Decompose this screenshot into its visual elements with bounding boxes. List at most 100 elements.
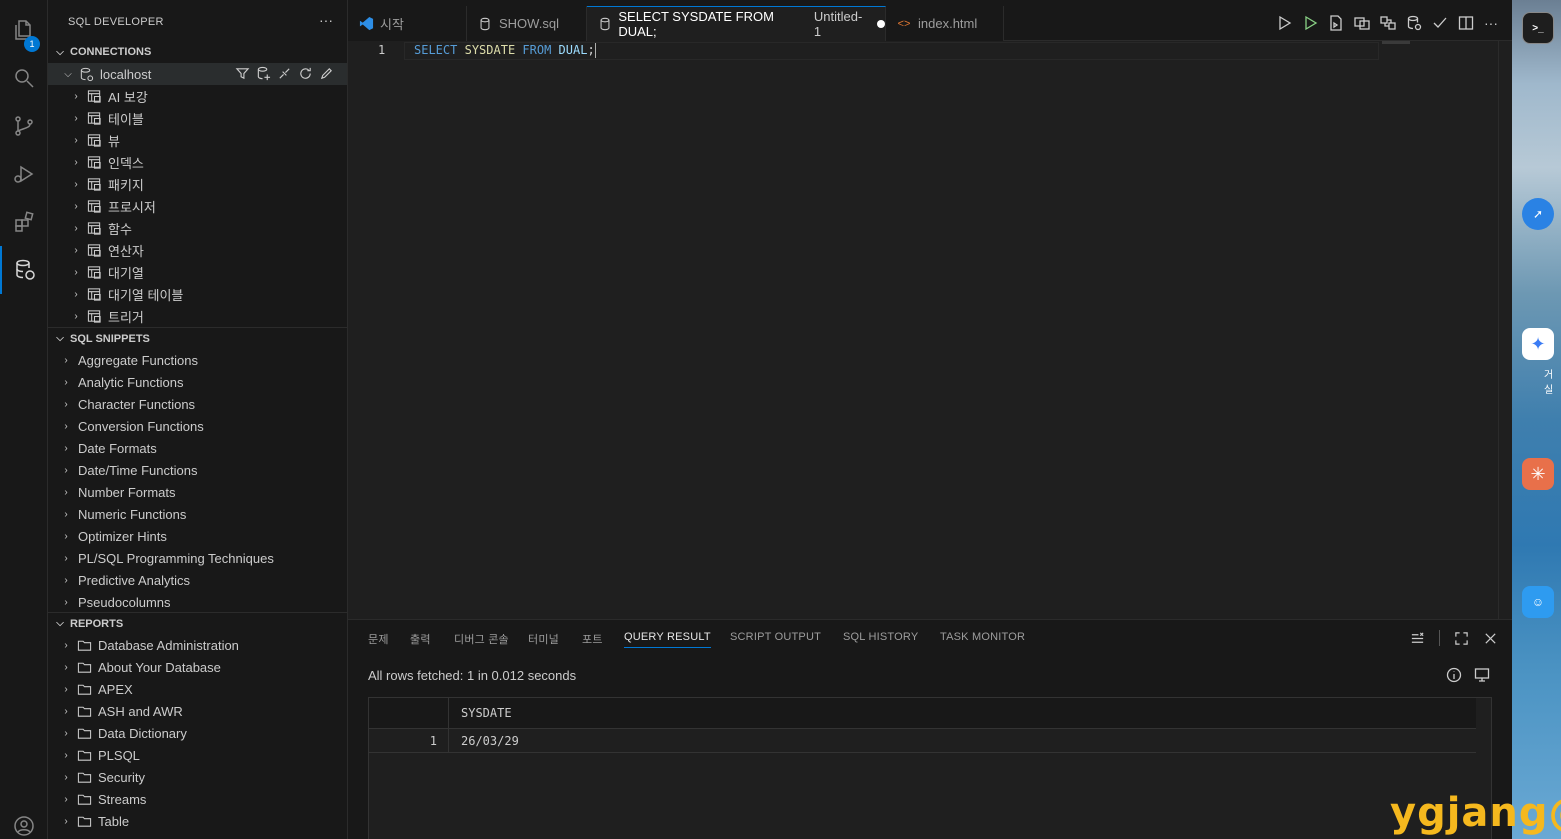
table-row[interactable]: 1 26/03/29	[369, 729, 1476, 753]
report-item[interactable]: › Table	[48, 810, 347, 832]
panel-tab[interactable]: 출력	[410, 631, 431, 647]
code-editor[interactable]: 1 SELECT SYSDATE FROM DUAL;	[348, 41, 1512, 619]
report-item[interactable]: › ASH and AWR	[48, 700, 347, 722]
connection-tree-item[interactable]: › 함수	[48, 217, 347, 239]
search-button[interactable]	[0, 54, 48, 102]
folder-icon	[76, 637, 92, 653]
panel-tab[interactable]: 터미널	[528, 631, 559, 647]
safari-icon[interactable]: ➚	[1522, 198, 1554, 230]
snippet-item[interactable]: › Pseudocolumns	[48, 591, 347, 613]
sql-developer-button[interactable]	[0, 246, 48, 294]
snippet-item[interactable]: › Date Formats	[48, 437, 347, 459]
report-item[interactable]: › About Your Database	[48, 656, 347, 678]
connection-tree-item[interactable]: › 인덱스	[48, 151, 347, 173]
finder-icon[interactable]: ☺	[1522, 586, 1554, 618]
editor-scrollbar[interactable]	[1498, 41, 1512, 619]
export-icon[interactable]	[1474, 667, 1490, 683]
table-dual: DUAL	[558, 43, 588, 57]
gemini-icon[interactable]: ✦	[1522, 328, 1554, 360]
line-number: 1	[378, 43, 386, 57]
explain-plan-icon[interactable]	[1328, 15, 1344, 31]
tab-index-html[interactable]: <> index.html	[886, 6, 1004, 41]
run-script-icon[interactable]	[1302, 15, 1318, 31]
edit-icon[interactable]	[319, 66, 334, 81]
connection-tree-item[interactable]: › 트리거	[48, 305, 347, 327]
panel-tab[interactable]: 포트	[582, 631, 603, 647]
connection-tree-item[interactable]: › 뷰	[48, 129, 347, 151]
unsaved-dot-icon[interactable]	[877, 20, 885, 28]
sidebar-more-button[interactable]: ···	[319, 12, 333, 28]
run-icon[interactable]	[1276, 15, 1292, 31]
minimap[interactable]	[1382, 41, 1410, 44]
close-panel-icon[interactable]	[1483, 631, 1498, 646]
panel-tab[interactable]: QUERY RESULT	[624, 631, 711, 648]
tab-untitled-1[interactable]: SELECT SYSDATE FROM DUAL; Untitled-1	[587, 6, 886, 41]
connection-tree-item[interactable]: › 대기열	[48, 261, 347, 283]
snippet-item[interactable]: › Analytic Functions	[48, 371, 347, 393]
tab-show-sql[interactable]: SHOW.sql	[467, 6, 587, 41]
connection-tree-item[interactable]: › AI 보강	[48, 85, 347, 107]
clear-results-icon[interactable]	[1410, 631, 1425, 646]
connection-tree-item[interactable]: › 테이블	[48, 107, 347, 129]
result-grid[interactable]: SYSDATE 1 26/03/29	[368, 697, 1492, 839]
snippet-label: Date Formats	[78, 440, 157, 456]
panel-tab[interactable]: 문제	[368, 631, 389, 647]
column-header-sysdate[interactable]: SYSDATE	[461, 706, 512, 720]
accounts-button[interactable]	[0, 802, 48, 839]
object-type-icon	[86, 198, 102, 214]
panel-tab[interactable]: 디버그 콘솔	[454, 631, 509, 647]
tree-item-label: 대기열 테이블	[108, 287, 184, 303]
report-item[interactable]: › PLSQL	[48, 744, 347, 766]
filter-icon[interactable]	[235, 66, 250, 81]
chevron-right-icon: ›	[64, 771, 68, 783]
commit-check-icon[interactable]	[1432, 15, 1448, 31]
refresh-icon[interactable]	[298, 66, 313, 81]
report-item[interactable]: › Database Administration	[48, 634, 347, 656]
connection-tree-item[interactable]: › 연산자	[48, 239, 347, 261]
db-settings-icon[interactable]	[1406, 15, 1422, 31]
more-actions-button[interactable]: ···	[1484, 15, 1498, 31]
report-item[interactable]: › Streams	[48, 788, 347, 810]
tab-start[interactable]: 시작	[348, 6, 467, 41]
connection-tree-item[interactable]: › 패키지	[48, 173, 347, 195]
claude-icon[interactable]: ✳	[1522, 458, 1554, 490]
source-control-button[interactable]	[0, 102, 48, 150]
snippet-item[interactable]: › Predictive Analytics	[48, 569, 347, 591]
connection-tree-item[interactable]: › 대기열 테이블	[48, 283, 347, 305]
snippet-item[interactable]: › Number Formats	[48, 481, 347, 503]
maximize-panel-icon[interactable]	[1454, 631, 1469, 646]
snippet-item[interactable]: › Numeric Functions	[48, 503, 347, 525]
code-line[interactable]: SELECT SYSDATE FROM DUAL;	[414, 43, 596, 58]
snippet-item[interactable]: › Optimizer Hints	[48, 525, 347, 547]
snippet-item[interactable]: › PL/SQL Programming Techniques	[48, 547, 347, 569]
report-item[interactable]: › Security	[48, 766, 347, 788]
reports-header[interactable]: ⌵ REPORTS	[48, 612, 347, 634]
object-type-icon	[86, 220, 102, 236]
panel-tab[interactable]: SCRIPT OUTPUT	[730, 631, 821, 643]
terminal-icon[interactable]: >_	[1522, 12, 1554, 44]
cell-value[interactable]: 26/03/29	[461, 734, 519, 748]
info-icon[interactable]	[1446, 667, 1462, 683]
disconnect-icon[interactable]	[277, 66, 292, 81]
panel-tab[interactable]: TASK MONITOR	[940, 631, 1025, 643]
split-editor-icon[interactable]	[1458, 15, 1474, 31]
run-debug-button[interactable]	[0, 150, 48, 198]
connection-localhost[interactable]: ⌵ localhost	[48, 63, 347, 85]
report-item[interactable]: › APEX	[48, 678, 347, 700]
connections-header[interactable]: ⌵ CONNECTIONS	[48, 41, 347, 63]
snippets-header[interactable]: ⌵ SQL SNIPPETS	[48, 327, 347, 349]
report-item[interactable]: › Data Dictionary	[48, 722, 347, 744]
panel-tab[interactable]: SQL HISTORY	[843, 631, 918, 643]
snippet-item[interactable]: › Character Functions	[48, 393, 347, 415]
compare-icon[interactable]	[1380, 15, 1396, 31]
snippet-item[interactable]: › Date/Time Functions	[48, 459, 347, 481]
explorer-button[interactable]: 1	[0, 6, 48, 54]
autotrace-icon[interactable]	[1354, 15, 1370, 31]
object-type-icon	[86, 110, 102, 126]
snippet-label: Conversion Functions	[78, 418, 204, 434]
new-database-icon[interactable]	[256, 66, 271, 81]
snippet-item[interactable]: › Conversion Functions	[48, 415, 347, 437]
snippet-item[interactable]: › Aggregate Functions	[48, 349, 347, 371]
extensions-button[interactable]	[0, 198, 48, 246]
connection-tree-item[interactable]: › 프로시저	[48, 195, 347, 217]
